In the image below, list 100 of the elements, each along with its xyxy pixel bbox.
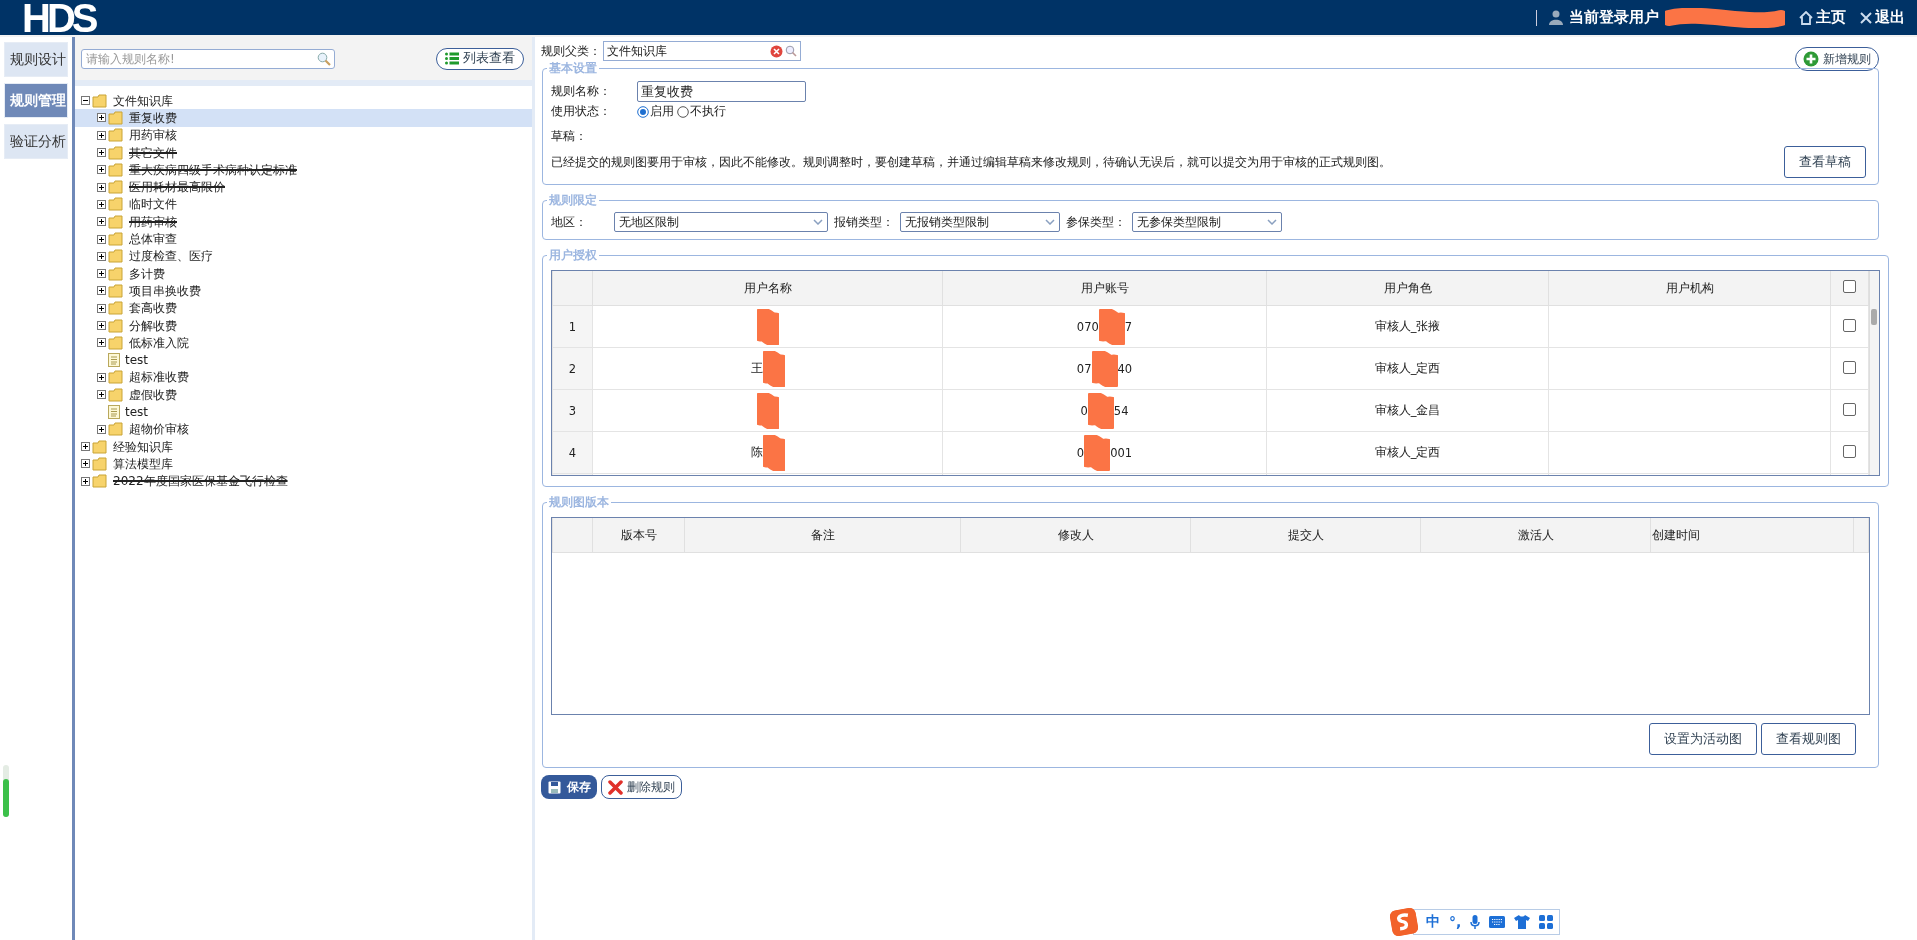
tree-item[interactable]: 用药审核 bbox=[129, 213, 177, 230]
tree-item[interactable]: 医用耗材最高限价 bbox=[129, 179, 225, 196]
field-label: 使用状态： bbox=[551, 103, 612, 120]
row-checkbox[interactable] bbox=[1843, 402, 1856, 416]
dropdown-field[interactable]: 无地区限制 bbox=[614, 212, 828, 232]
expand-toggle-icon[interactable] bbox=[81, 476, 90, 486]
expand-toggle-icon[interactable] bbox=[97, 165, 106, 175]
tree-item[interactable]: 重大疾病四级手术病种认定标准 bbox=[129, 161, 297, 178]
expand-toggle-icon[interactable] bbox=[97, 113, 106, 123]
tree-item[interactable]: test bbox=[125, 352, 149, 369]
tree-item[interactable]: 临时文件 bbox=[129, 196, 177, 213]
grid-icon[interactable] bbox=[1539, 915, 1554, 929]
tree-item[interactable]: 套高收费 bbox=[129, 300, 177, 317]
tree-item[interactable]: 经验知识库 bbox=[113, 438, 173, 455]
radio-label[interactable]: 启用 bbox=[650, 103, 674, 120]
folder-icon bbox=[92, 456, 108, 471]
row-checkbox[interactable] bbox=[1843, 318, 1856, 332]
expand-toggle-icon[interactable] bbox=[81, 442, 90, 452]
redaction-mark bbox=[1091, 350, 1118, 387]
tree-item[interactable]: 分解收费 bbox=[129, 317, 177, 334]
row-checkbox[interactable] bbox=[1843, 444, 1856, 458]
expand-toggle-icon[interactable] bbox=[97, 286, 106, 296]
indicator-bar-drawing bbox=[3, 765, 9, 817]
nav-tab[interactable]: 规则设计 bbox=[4, 42, 68, 77]
tree-item[interactable]: 文件知识库 bbox=[113, 92, 173, 109]
rule-name-field[interactable]: 重复收费 bbox=[637, 81, 806, 102]
radio-button[interactable] bbox=[637, 105, 649, 118]
tree-item[interactable]: 过度检查、医疗 bbox=[129, 248, 213, 265]
expand-toggle-icon[interactable] bbox=[97, 269, 106, 279]
folder-icon bbox=[108, 110, 124, 125]
expand-toggle-icon[interactable] bbox=[97, 199, 106, 209]
tree-item[interactable]: 用药审核 bbox=[129, 127, 177, 144]
home-link[interactable]: 主页 bbox=[1799, 8, 1846, 27]
tree-item[interactable]: 重复收费 bbox=[129, 109, 177, 126]
tree-item[interactable]: 超标准收费 bbox=[129, 369, 189, 386]
tree-item[interactable]: 多计费 bbox=[129, 265, 165, 282]
expand-toggle-icon[interactable] bbox=[97, 390, 106, 400]
expand-toggle-icon[interactable] bbox=[97, 321, 106, 330]
expand-toggle-icon[interactable] bbox=[97, 148, 106, 158]
version-action-button[interactable]: 查看规则图 bbox=[1761, 723, 1856, 755]
add-rule-button[interactable]: 新增规则 bbox=[1795, 47, 1879, 71]
logout-link[interactable]: 退出 bbox=[1860, 8, 1905, 27]
table-cell: 审核人_定西 bbox=[1266, 431, 1549, 474]
list-view-button[interactable]: 列表查看 bbox=[436, 47, 524, 70]
folder-icon bbox=[92, 474, 108, 489]
expand-toggle-icon[interactable] bbox=[97, 303, 106, 313]
nav-tab[interactable]: 验证分析 bbox=[4, 124, 68, 159]
tree-item[interactable]: 总体审查 bbox=[129, 231, 177, 247]
expand-toggle-icon[interactable] bbox=[97, 182, 106, 192]
parent-category-field[interactable]: 文件知识库 bbox=[603, 41, 801, 61]
field-label: 规则名称： bbox=[551, 83, 612, 100]
home-icon bbox=[1799, 10, 1813, 25]
folder-icon bbox=[108, 335, 124, 350]
nav-tab[interactable]: 规则管理 bbox=[4, 83, 68, 118]
expand-toggle-icon[interactable] bbox=[97, 130, 106, 140]
clear-icon[interactable] bbox=[770, 44, 783, 58]
expand-toggle-icon[interactable] bbox=[97, 372, 106, 382]
dropdown-field[interactable]: 无参保类型限制 bbox=[1132, 212, 1282, 232]
tree-item[interactable]: 虚假收费 bbox=[129, 386, 177, 403]
radio-label[interactable]: 不执行 bbox=[690, 103, 726, 120]
user-name-text: 王 bbox=[750, 361, 763, 376]
tree-item[interactable]: 低标准入院 bbox=[129, 334, 189, 351]
account-text: 54 bbox=[1113, 403, 1129, 418]
row-checkbox[interactable] bbox=[1843, 360, 1856, 374]
expand-toggle-icon[interactable] bbox=[97, 338, 106, 348]
tree-item[interactable]: test bbox=[125, 404, 149, 420]
tree-item[interactable]: 算法模型库 bbox=[113, 455, 173, 472]
folder-icon bbox=[92, 439, 108, 454]
save-button[interactable]: 保存 bbox=[541, 775, 597, 799]
view-draft-button[interactable]: 查看草稿 bbox=[1784, 146, 1866, 178]
shirt-icon[interactable] bbox=[1514, 915, 1531, 929]
punctuation-toggle[interactable]: °, bbox=[1449, 914, 1462, 930]
document-icon bbox=[108, 405, 120, 419]
dropdown-caret-icon bbox=[1267, 219, 1277, 225]
redaction-mark bbox=[1087, 392, 1114, 429]
tree-item[interactable]: 2022年度国家医保基金飞行检查 bbox=[113, 473, 288, 490]
tree-item[interactable]: 超物价审核 bbox=[129, 421, 189, 438]
expand-toggle-icon[interactable] bbox=[97, 424, 106, 434]
ime-logo-icon[interactable] bbox=[1388, 906, 1420, 938]
dropdown-field[interactable]: 无报销类型限制 bbox=[900, 212, 1060, 232]
expand-toggle-icon[interactable] bbox=[97, 217, 106, 227]
expand-toggle-icon[interactable] bbox=[97, 234, 106, 244]
search-field[interactable]: 请输入规则名称! bbox=[81, 48, 335, 69]
expand-toggle-icon[interactable] bbox=[97, 251, 106, 261]
scrollbar[interactable] bbox=[1869, 271, 1879, 475]
collapse-toggle-icon[interactable] bbox=[81, 96, 90, 106]
table-cell: 审核人_张掖 bbox=[1266, 305, 1549, 348]
keyboard-icon[interactable] bbox=[1489, 916, 1506, 928]
expand-toggle-icon[interactable] bbox=[81, 459, 90, 469]
folder-icon bbox=[108, 180, 124, 195]
input-mode-toggle[interactable]: 中 bbox=[1426, 913, 1440, 931]
tree-item[interactable]: 项目串换收费 bbox=[129, 282, 201, 299]
delete-rule-button[interactable]: 删除规则 bbox=[601, 775, 682, 799]
microphone-icon[interactable] bbox=[1470, 914, 1481, 930]
version-action-button[interactable]: 设置为活动图 bbox=[1649, 723, 1757, 755]
column-header: 用户角色 bbox=[1266, 271, 1549, 306]
tree-item[interactable]: 其它文件 bbox=[129, 144, 177, 161]
row-number: 1 bbox=[552, 305, 593, 348]
select-all-checkbox[interactable] bbox=[1843, 280, 1856, 293]
radio-button[interactable] bbox=[677, 105, 689, 118]
